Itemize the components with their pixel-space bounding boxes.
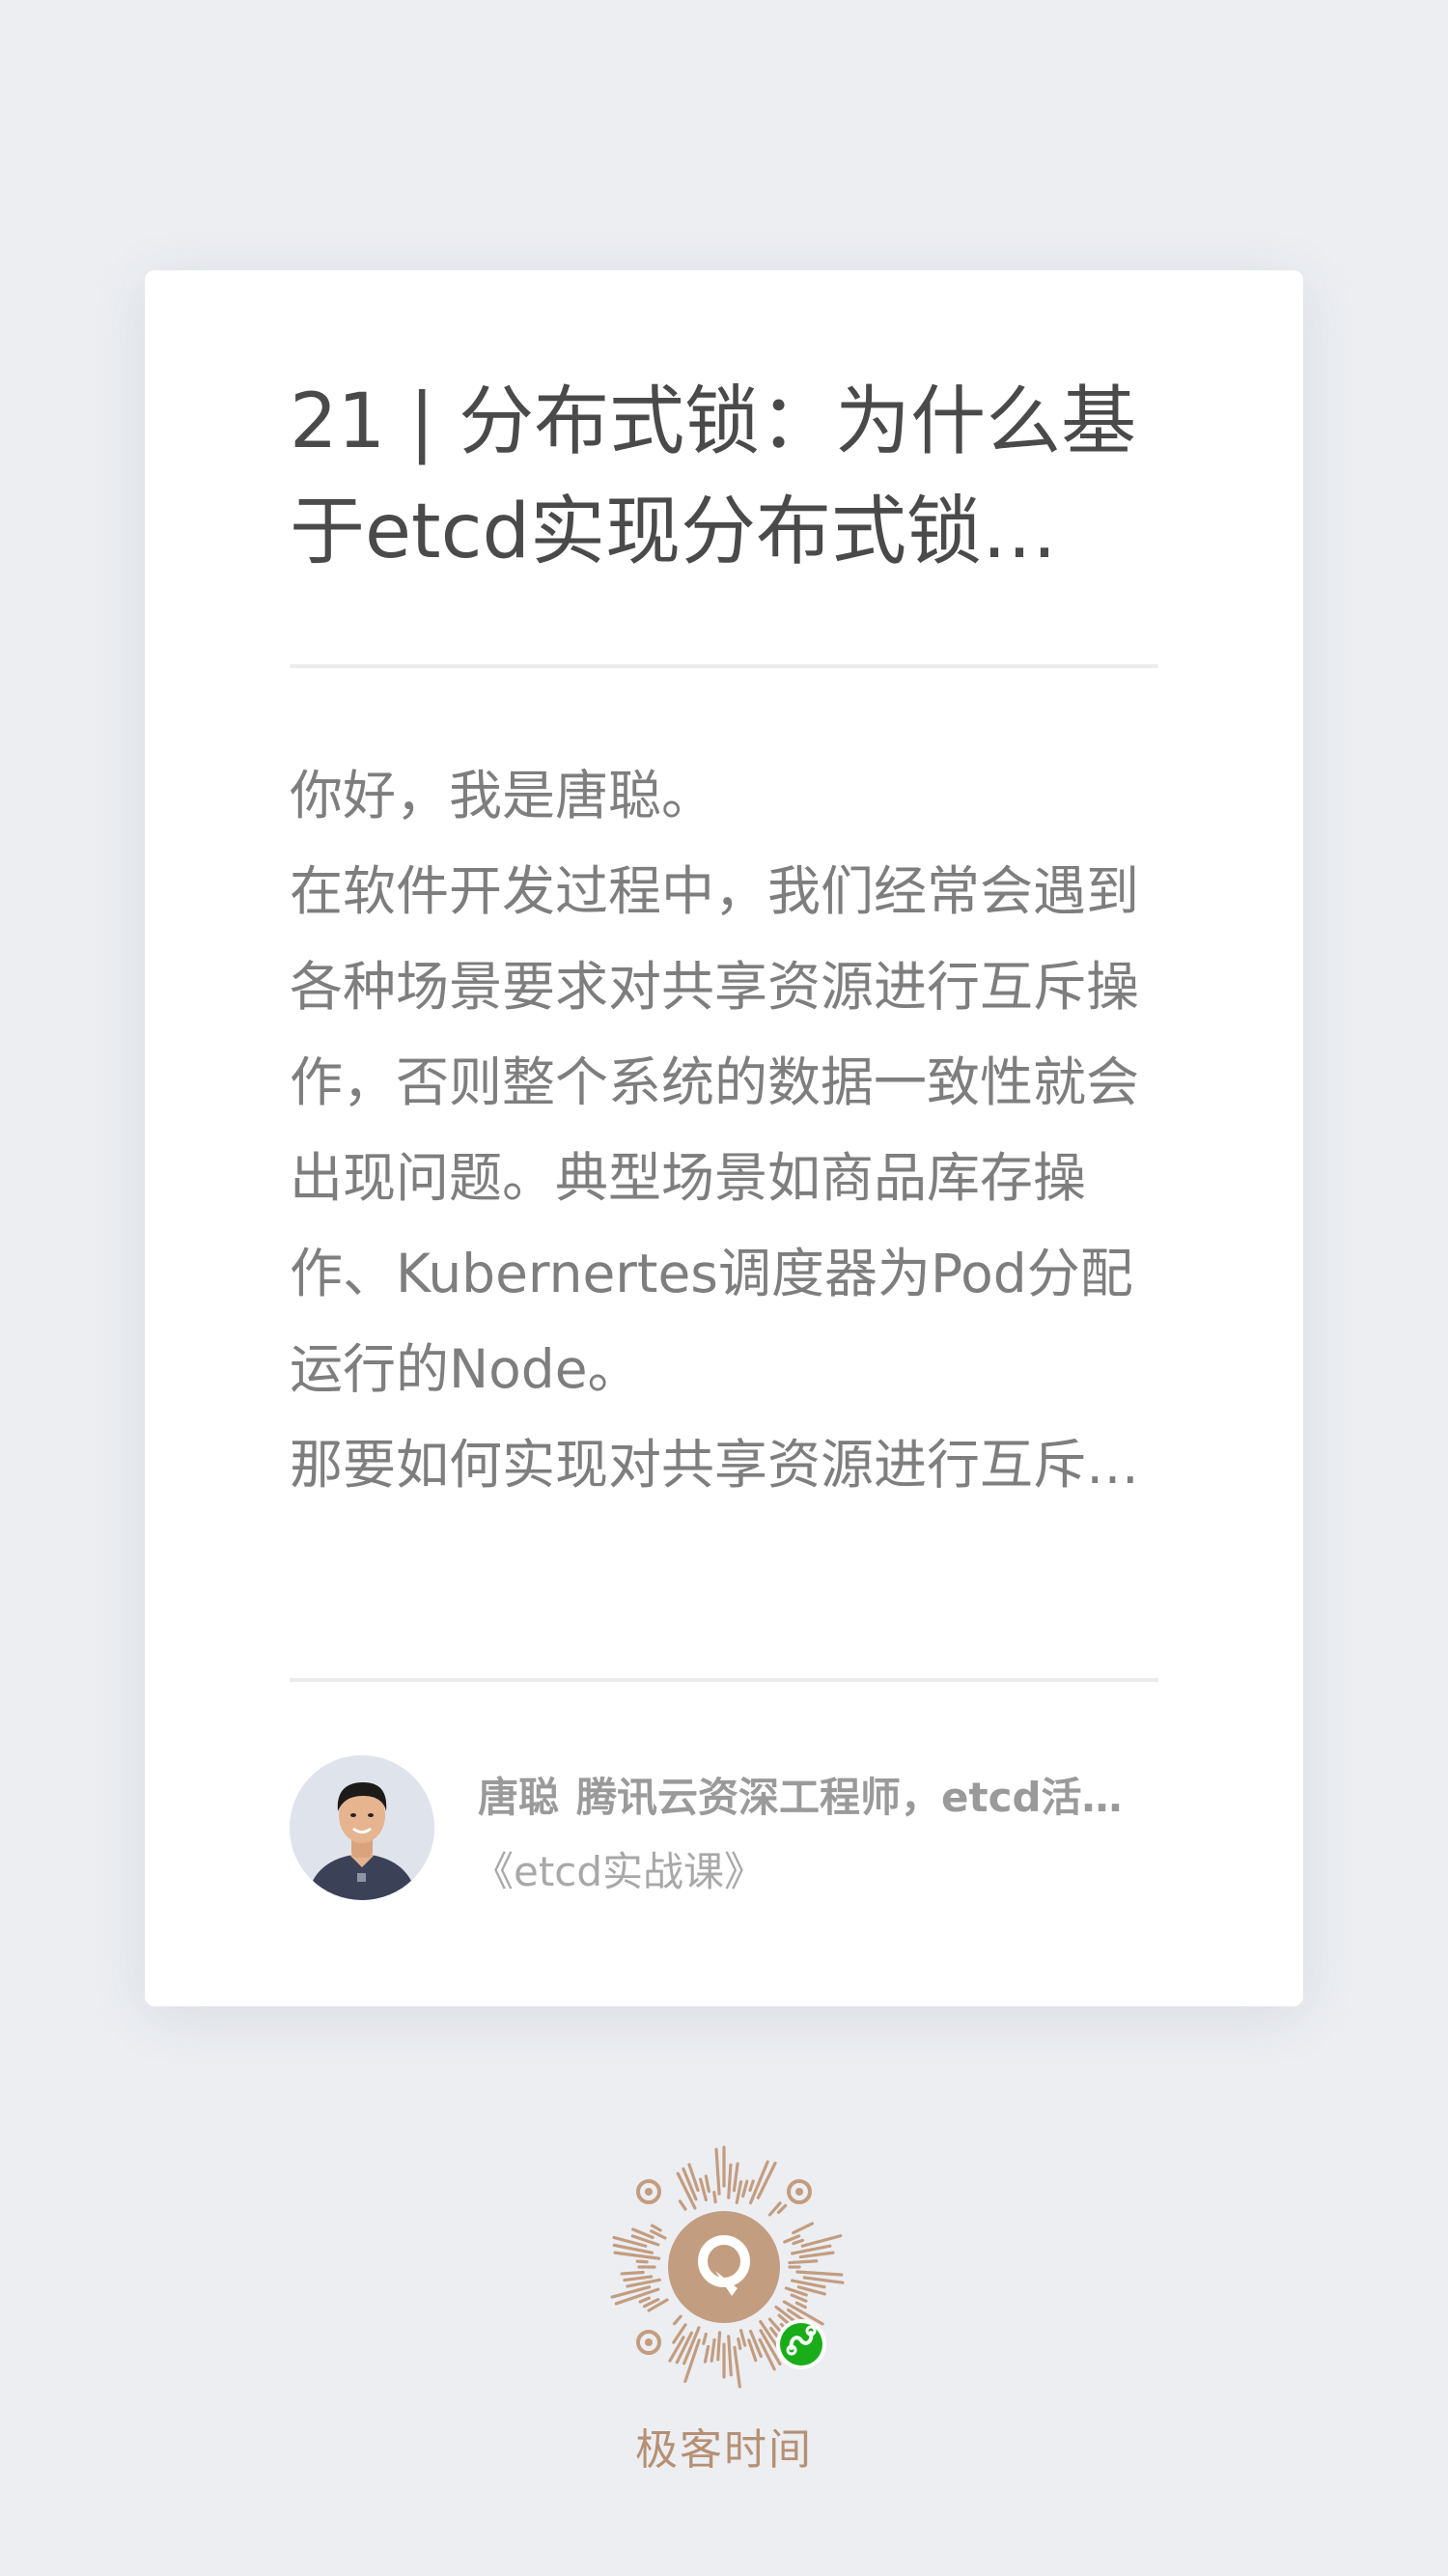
qr-ray: [678, 2199, 687, 2211]
excerpt-line: 作、Kubernertes调度器为Pod分配: [290, 1243, 1133, 1304]
qr-ray: [699, 2177, 708, 2202]
qr-ray: [737, 2337, 742, 2350]
author-bio: 腾讯云资深工程师，etcd活…: [576, 1774, 1123, 1821]
qr-ray: [788, 2259, 819, 2265]
qr-ray: [741, 2179, 749, 2198]
qr-ray: [638, 2296, 651, 2304]
qr-ray: [790, 2293, 808, 2303]
excerpt-line: 各种场景要求对共享资源进行互斥操: [290, 956, 1140, 1018]
qr-ray: [791, 2279, 826, 2289]
brand-name: 极客时间: [635, 2425, 813, 2475]
qr-ray: [626, 2278, 661, 2288]
qr-ray: [738, 2329, 747, 2347]
qr-ray: [795, 2270, 844, 2277]
course-name: 《etcd实战课》: [473, 1848, 766, 1895]
qr-ray: [794, 2301, 807, 2310]
qr-ray: [792, 2222, 815, 2235]
article-share-card[interactable]: 21 | 分布式锁：为什么基 于etcd实现分布式锁… 你好，我是唐聪。 在软件…: [145, 270, 1303, 2006]
qr-ray: [798, 2251, 835, 2259]
author-info: 唐聪 腾讯云资深工程师，etcd活… 《etcd实战课》: [290, 1755, 1158, 1900]
author-avatar-photo-icon: [290, 1755, 434, 1900]
article-title-line: 于etcd实现分布式锁…: [290, 489, 1057, 575]
qr-ray: [716, 2331, 722, 2362]
qr-ray: [792, 2238, 805, 2246]
article-title: 21 | 分布式锁：为什么基 于etcd实现分布式锁…: [290, 367, 1158, 587]
qr-ray: [672, 2314, 682, 2326]
author-avatar: [290, 1755, 434, 1900]
qr-ray: [710, 2338, 716, 2363]
qr-ray: [714, 2147, 721, 2196]
qr-ray: [769, 2326, 779, 2338]
qr-ray: [702, 2332, 708, 2345]
qr-ray: [733, 2345, 741, 2389]
excerpt-line: 出现问题。典型场景如商品库存操: [290, 1147, 1087, 1209]
qr-ray: [620, 2270, 645, 2276]
qr-ray: [776, 2203, 788, 2215]
qr-ray: [800, 2234, 843, 2248]
author-name-bio: 唐聪 腾讯云资深工程师，etcd活…: [478, 1773, 1154, 1823]
qr-ray: [623, 2275, 654, 2282]
excerpt-line: 在软件开发过程中，我们经常会遇到: [290, 860, 1140, 922]
qr-ray: [732, 2162, 739, 2193]
mini-program-qr-code-icon: [610, 2145, 845, 2389]
excerpt-line: 那要如何实现对共享资源进行互斥…: [290, 1434, 1140, 1496]
qr-ray: [727, 2335, 733, 2377]
qr-ray: [727, 2163, 733, 2199]
excerpt-line: 运行的Node。: [290, 1338, 641, 1400]
author-name: 唐聪: [478, 1774, 560, 1821]
article-excerpt: 你好，我是唐聪。 在软件开发过程中，我们经常会遇到 各种场景要求对共享资源进行互…: [290, 748, 1158, 1513]
excerpt-line: 你好，我是唐聪。: [290, 765, 715, 826]
qr-ray: [735, 2180, 743, 2204]
qr-ray: [703, 2344, 710, 2364]
excerpt-line: 作，否则整个系统的数据一致性就会: [290, 1051, 1140, 1113]
qr-ray: [635, 2259, 649, 2264]
article-title-line: 21 | 分布式锁：为什么基: [290, 378, 1137, 465]
title-divider: [290, 664, 1158, 668]
author-divider: [290, 1678, 1158, 1682]
mini-program-qr[interactable]: [599, 2142, 849, 2393]
qr-ray: [704, 2174, 710, 2194]
qr-ray: [802, 2276, 845, 2284]
qr-ray: [668, 2336, 685, 2363]
qr-ray: [650, 2224, 662, 2232]
qr-ray: [748, 2179, 755, 2193]
qr-ray: [712, 2191, 717, 2204]
